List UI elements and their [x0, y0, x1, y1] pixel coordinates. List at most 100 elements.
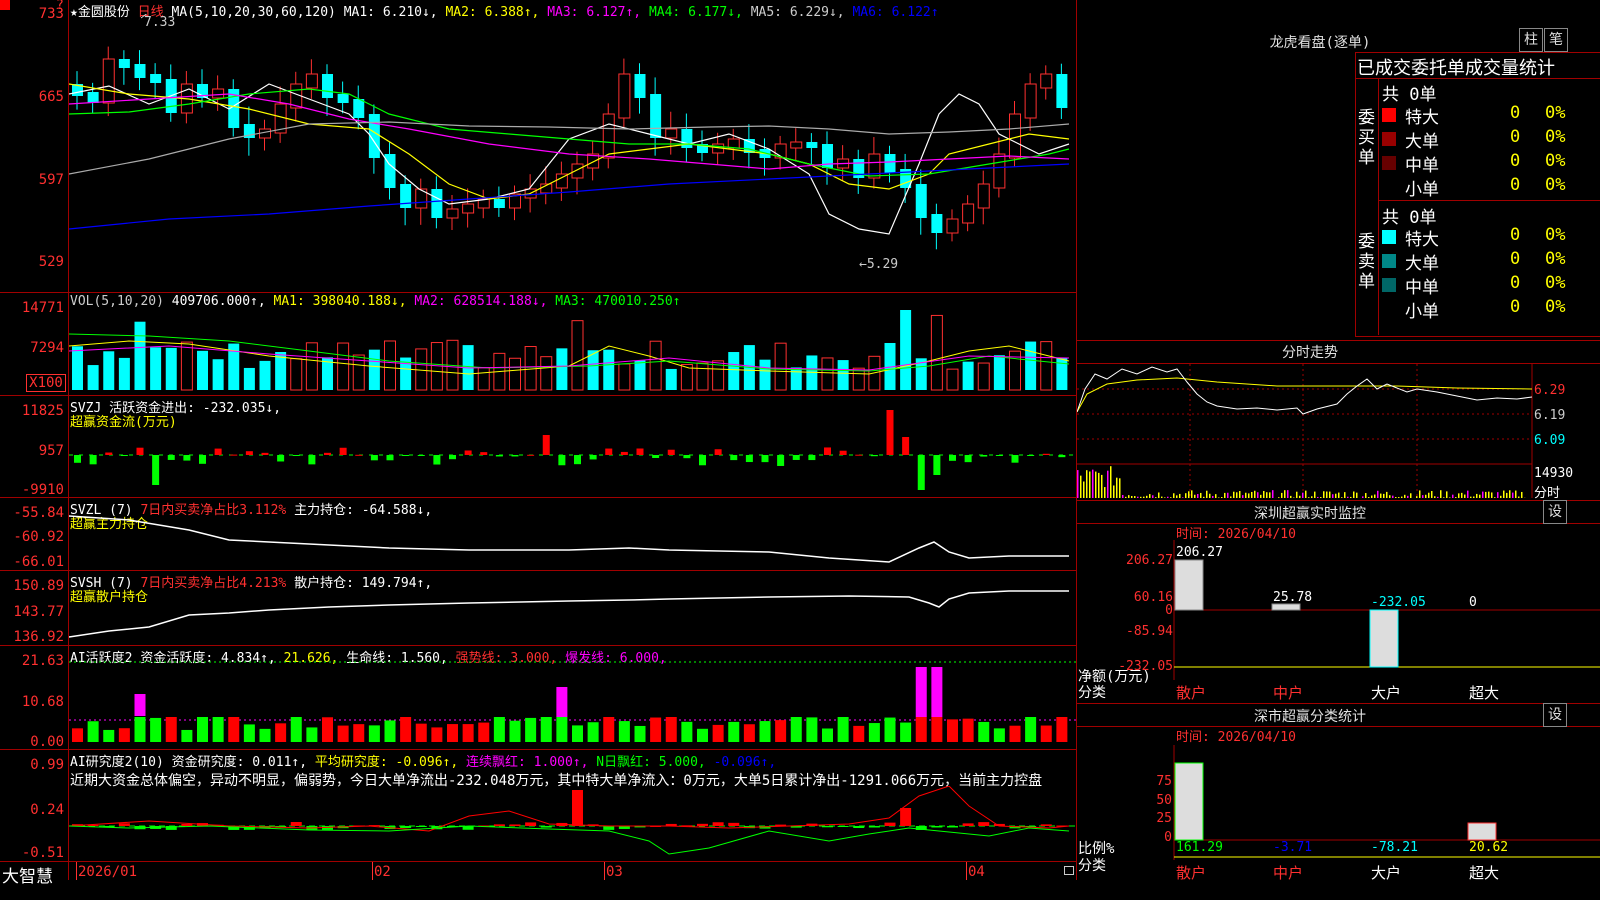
activity-bar — [228, 717, 240, 742]
vol-bar-down — [72, 346, 83, 390]
y-label: 10.68 — [21, 694, 64, 710]
activity-bar — [572, 725, 583, 742]
research-bar-neg — [837, 826, 849, 827]
vol-bar-down — [759, 359, 771, 390]
fenshi-vol-bar — [1209, 493, 1211, 498]
vol-bar-up — [571, 320, 584, 391]
research-bar-pos — [712, 822, 724, 826]
volume-chart[interactable] — [69, 306, 1076, 394]
sep-vol — [0, 395, 1077, 396]
y-label: 957 — [38, 443, 64, 459]
fenshi-vol-bar — [1404, 494, 1406, 498]
fenshi-vol-bar — [1392, 495, 1394, 498]
low-price-marker: ←5.29 — [859, 257, 898, 272]
flow-bar-out — [730, 455, 738, 461]
question-icon[interactable]: ? — [56, 0, 64, 13]
cls-settings-button[interactable]: 设 — [1543, 703, 1567, 727]
y-label: -55.84 — [13, 505, 64, 521]
fenshi-vol-bar — [1407, 495, 1409, 498]
research-bar-pos — [962, 823, 974, 826]
cls-cat: 大户 — [1371, 864, 1402, 882]
vol-bar-down — [962, 361, 974, 390]
ai1-chart[interactable] — [69, 660, 1076, 748]
lhb-title: 龙虎看盘(逐单) — [1269, 35, 1371, 51]
candle-down — [1056, 74, 1068, 108]
vol-bar-down — [87, 365, 99, 390]
fenshi-chart[interactable] — [1077, 364, 1600, 498]
flow-bar-out — [949, 455, 956, 461]
svzl-chart[interactable] — [69, 512, 1076, 570]
sz-settings-button[interactable]: 设 — [1543, 500, 1567, 524]
cls-cat: 散户 — [1176, 864, 1207, 882]
fenshi-vol-bar — [1092, 469, 1094, 498]
research-bar-neg — [540, 826, 552, 828]
ai2-header: AI研究度2(10) 资金研究度: 0.011↑, 平均研究度: -0.096↑… — [70, 751, 776, 770]
fenshi-vol-bar — [1494, 497, 1496, 498]
activity-bar — [72, 728, 83, 742]
activity-bar-burst — [915, 667, 927, 717]
flow-bar-out — [1027, 455, 1035, 456]
lock-icon[interactable] — [1064, 866, 1074, 875]
fenshi-vol-bar — [1236, 492, 1238, 498]
fenshi-vol-bar — [1386, 491, 1388, 498]
fenshi-vol-bar — [1284, 490, 1286, 498]
activity-bar — [790, 717, 802, 742]
vol-bar-up — [477, 367, 490, 391]
svsh-chart[interactable] — [69, 585, 1076, 645]
candle-up — [946, 218, 959, 234]
fenshi-vol-bar — [1431, 491, 1433, 498]
activity-bar — [837, 717, 849, 742]
flow-bar-in — [261, 452, 269, 455]
vol-bar-down — [118, 357, 130, 390]
candle-down — [134, 64, 146, 78]
candlestick-chart[interactable]: 7.33 ←5.29 — [69, 14, 1076, 292]
research-bar-neg — [853, 826, 865, 829]
flow-bar-out — [89, 455, 97, 465]
fenshi-vol-bar — [1113, 485, 1115, 498]
fenshi-vol-bar — [1488, 491, 1490, 498]
fenshi-vol-bar — [1308, 497, 1310, 498]
stats-mid-divider — [1378, 200, 1600, 201]
activity-bar — [150, 717, 162, 742]
fenshi-vol-bar — [1179, 493, 1181, 498]
cls-cat: 超大 — [1469, 864, 1500, 882]
fenshi-vol-bar — [1212, 496, 1214, 498]
fenshi-vol-bar — [1467, 490, 1469, 498]
fenshi-vol-bar — [1248, 493, 1250, 498]
flow-bar-out — [980, 455, 988, 457]
flow-bar-out — [417, 455, 425, 456]
activity-bar — [400, 717, 412, 742]
fenshi-vol-bar — [1191, 490, 1193, 498]
sz-bar-large — [1369, 609, 1399, 668]
sep-ai2 — [0, 861, 1077, 862]
high-price-marker: 7.33 — [144, 15, 175, 30]
buy-row-pct: 0% — [1545, 103, 1566, 123]
activity-bar — [806, 717, 818, 742]
cls-title: 深市超赢分类统计 — [1254, 709, 1366, 725]
activity-bar — [540, 717, 552, 742]
fenshi-vol-bar — [1134, 496, 1136, 498]
flow-bar-in — [855, 454, 863, 456]
activity-bar — [728, 721, 740, 742]
fenshi-vol-bar — [1182, 497, 1184, 498]
fenshi-vol-bar — [1455, 497, 1457, 498]
flow-bar-in — [339, 447, 347, 455]
svzj-chart[interactable] — [69, 410, 1076, 496]
activity-bar — [900, 722, 912, 742]
svzl-line — [69, 515, 1069, 563]
y-label: 0.00 — [30, 734, 64, 750]
flow-bar-out — [870, 455, 878, 457]
bar-mode-button[interactable]: 柱 — [1519, 28, 1543, 52]
vol-bar-down — [556, 348, 568, 390]
fenshi-vol-bar — [1101, 474, 1103, 498]
fenshi-vol-bar — [1128, 495, 1130, 498]
fenshi-vol-bar — [1263, 491, 1265, 498]
activity-bar — [665, 717, 677, 742]
tick-mode-button[interactable]: 笔 — [1544, 28, 1568, 52]
candle-up — [962, 203, 975, 224]
fenshi-vol-bar — [1080, 475, 1082, 498]
top-corner-icon[interactable] — [0, 0, 10, 10]
vol-bar-up — [509, 357, 521, 391]
ai2-chart[interactable] — [69, 786, 1076, 861]
flow-bar-out — [152, 455, 160, 485]
